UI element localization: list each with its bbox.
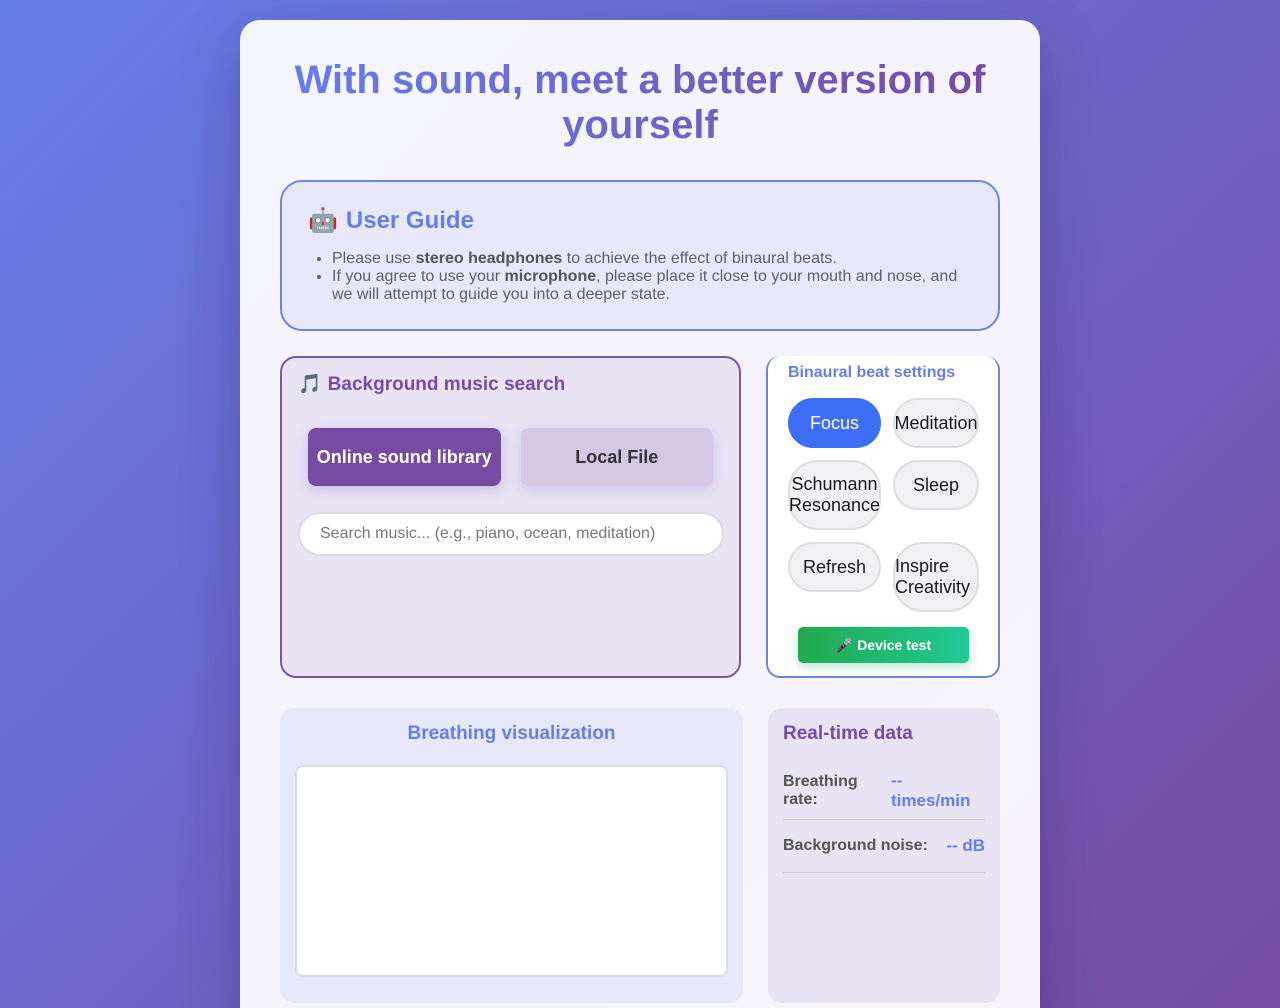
guide-text: If you agree to use your [332, 268, 505, 285]
music-search-heading: 🎵 Background music search [298, 372, 723, 398]
preset-refresh-button[interactable]: Refresh [788, 542, 881, 592]
breathing-canvas [295, 765, 728, 977]
user-guide-panel: 🤖 User Guide Please use stereo headphone… [280, 180, 1000, 331]
breathing-rate-value: -- times/min [891, 771, 971, 810]
user-guide-list: Please use stereo headphones to achieve … [308, 250, 972, 304]
local-file-button[interactable]: Local File [520, 428, 713, 486]
robot-icon: 🤖 [308, 207, 338, 234]
guide-text: Please use [332, 250, 416, 267]
breathing-visualization-title: Breathing visualization [407, 723, 616, 744]
realtime-data-title: Real-time data [783, 723, 913, 744]
music-search-panel: 🎵 Background music search Online sound l… [280, 356, 741, 678]
breathing-rate-row: Breathing rate: -- times/min [783, 763, 985, 820]
list-item: If you agree to use your microphone, ple… [332, 268, 972, 304]
background-noise-value: -- dB [946, 836, 985, 855]
guide-bold-text: stereo headphones [415, 250, 563, 267]
list-item: Please use stereo headphones to achieve … [332, 250, 972, 268]
device-test-button[interactable]: 🎤 Device test [798, 627, 969, 663]
breathing-rate-label: Breathing rate: [783, 773, 858, 808]
preset-sleep-button[interactable]: Sleep [893, 460, 979, 510]
music-search-input[interactable] [298, 512, 724, 556]
user-guide-title: User Guide [345, 207, 474, 234]
user-guide-heading: 🤖 User Guide [308, 206, 972, 236]
preset-focus-button[interactable]: Focus [788, 398, 881, 448]
device-test-label: Device test [857, 636, 932, 653]
music-search-title: Background music search [327, 374, 566, 395]
online-sound-library-button[interactable]: Online sound library [308, 428, 501, 486]
microphone-icon: 🎤 [835, 636, 854, 653]
breathing-visualization-panel: Breathing visualization [280, 708, 743, 1003]
music-note-icon: 🎵 [298, 374, 322, 395]
preset-inspire-creativity-button[interactable]: Inspire Creativity [893, 542, 979, 612]
preset-schumann-resonance-button[interactable]: Schumann Resonance [788, 460, 881, 530]
background-noise-row: Background noise: -- dB [783, 820, 985, 873]
guide-bold-text: microphone [504, 268, 597, 285]
background-noise-label: Background noise: [783, 837, 928, 854]
binaural-beat-settings-panel: Binaural beat settings Focus Meditation … [766, 356, 1000, 678]
preset-meditation-button[interactable]: Meditation [893, 398, 979, 448]
music-source-toggle: Online sound library Local File [308, 428, 713, 486]
guide-text: to achieve the effect of binaural beats. [562, 250, 837, 267]
page-title: With sound, meet a better version of you… [280, 58, 1000, 148]
main-card: With sound, meet a better version of you… [240, 20, 1040, 1008]
realtime-data-panel: Real-time data Breathing rate: -- times/… [768, 708, 1000, 1003]
binaural-beat-settings-title: Binaural beat settings [788, 364, 956, 381]
